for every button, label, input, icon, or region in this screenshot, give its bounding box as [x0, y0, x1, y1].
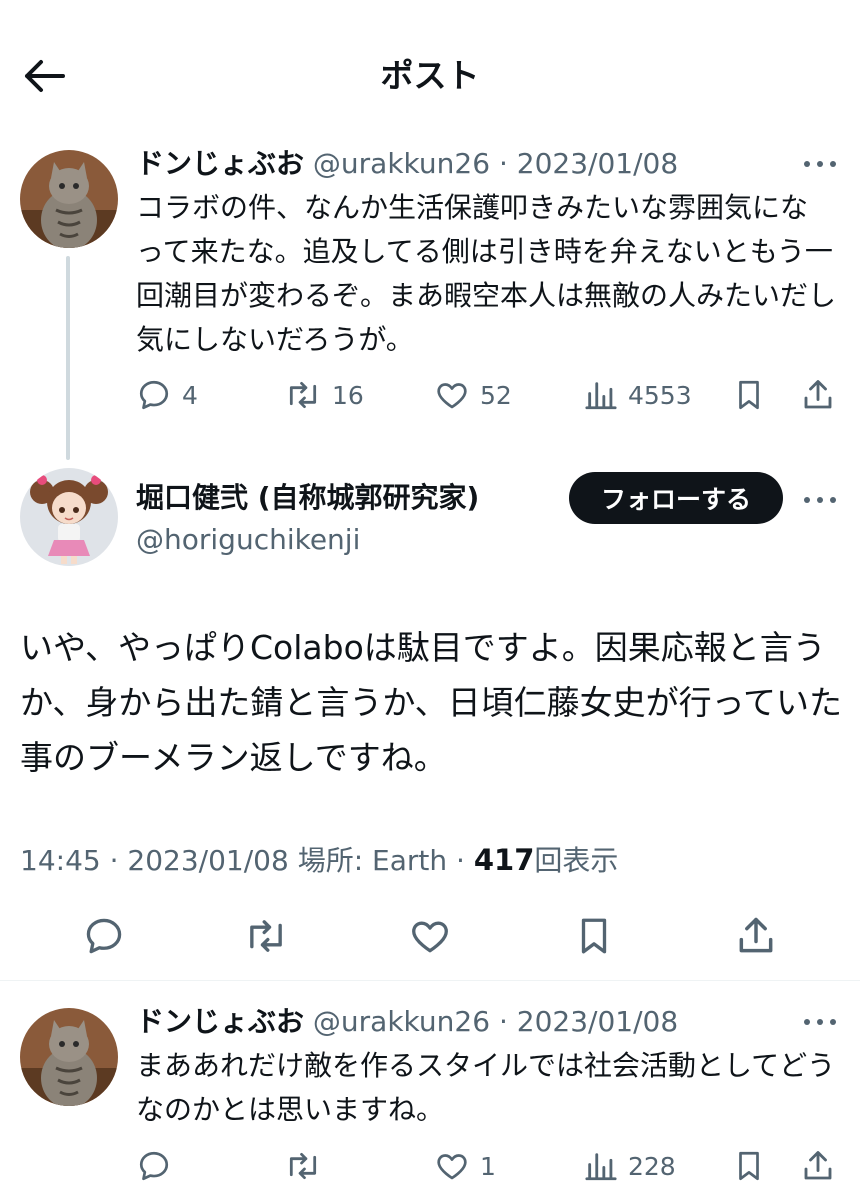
share-icon: [804, 1151, 832, 1180]
like-icon: [412, 921, 448, 953]
reply-button[interactable]: [136, 1146, 172, 1186]
views-label: 回表示: [534, 844, 619, 877]
more-icon: [804, 1019, 836, 1025]
cat-avatar-icon: [20, 150, 118, 248]
share-icon: [804, 380, 832, 409]
like-count: 52: [480, 380, 512, 410]
tweet-text: コラボの件、なんか生活保護叩きみたいな雰囲気になって来たな。追及してる側は引き時…: [136, 191, 837, 356]
repost-count: 16: [332, 380, 364, 410]
reply-icon: [86, 918, 122, 954]
post-time[interactable]: 14:45: [20, 844, 101, 877]
bookmark-button[interactable]: [732, 375, 766, 415]
views-button[interactable]: 4553: [584, 375, 692, 415]
display-name-text: 堀口健弐 (自称城郭研究家): [136, 481, 480, 514]
tweet-header: ドンじょぶお @urakkun26 · 2023/01/08: [136, 1002, 678, 1042]
top-bar: ポスト: [0, 0, 860, 150]
like-button[interactable]: 52: [434, 375, 512, 415]
views-button[interactable]: 228: [584, 1146, 676, 1186]
separator: ·: [498, 147, 508, 180]
views-count: 417: [473, 843, 535, 877]
more-button[interactable]: [800, 1010, 840, 1034]
separator: ·: [498, 1005, 508, 1038]
bookmark-button[interactable]: [570, 912, 618, 960]
views-count: 228: [628, 1151, 676, 1181]
repost-button[interactable]: 16: [284, 375, 364, 415]
like-button[interactable]: [406, 912, 454, 960]
thread-line: [66, 256, 70, 460]
more-icon: [804, 497, 836, 503]
repost-icon: [250, 920, 282, 952]
bookmark-button[interactable]: [732, 1146, 766, 1186]
reply-icon: [139, 380, 169, 410]
share-button[interactable]: [800, 375, 836, 415]
share-button[interactable]: [800, 1146, 836, 1186]
post-date[interactable]: 2023/01/08: [127, 844, 288, 877]
follow-button[interactable]: フォローする: [569, 472, 783, 524]
repost-button[interactable]: [284, 1146, 322, 1186]
reply-icon: [139, 1151, 169, 1181]
post-date[interactable]: 2023/01/08: [517, 147, 678, 180]
more-icon: [804, 161, 836, 167]
views-count: 4553: [628, 380, 692, 410]
more-button[interactable]: [800, 488, 840, 512]
repost-button[interactable]: [242, 912, 290, 960]
separator: ·: [109, 844, 119, 877]
divider: [0, 980, 860, 981]
figurine-avatar-icon: [20, 468, 118, 566]
share-icon: [739, 917, 773, 953]
like-icon: [437, 1154, 467, 1180]
handle[interactable]: @urakkun26: [313, 147, 490, 180]
reply-button[interactable]: 4: [136, 375, 198, 415]
repost-icon: [289, 381, 317, 409]
separator: ·: [456, 844, 465, 877]
display-name[interactable]: 堀口健弐 (自称城郭研究家): [136, 478, 479, 518]
avatar[interactable]: [20, 468, 118, 566]
display-name[interactable]: ドンじょぶお: [136, 147, 304, 180]
avatar[interactable]: [20, 1008, 118, 1106]
more-button[interactable]: [800, 152, 840, 176]
page-title: ポスト: [380, 56, 480, 95]
repost-icon: [289, 1152, 317, 1180]
post-date[interactable]: 2023/01/08: [517, 1005, 678, 1038]
avatar[interactable]: [20, 150, 118, 248]
tweet-text: まああれだけ敵を作るスタイルでは社会活動としてどうなのかとは思いますね。: [136, 1049, 836, 1126]
location: 場所: Earth: [297, 844, 448, 877]
bookmark-icon: [739, 380, 759, 410]
like-icon: [437, 383, 467, 409]
bookmark-icon: [581, 918, 607, 954]
like-button[interactable]: 1: [434, 1146, 496, 1186]
tweet-metadata: 14:45 · 2023/01/08 場所: Earth · 417回表示: [20, 838, 618, 883]
like-count: 1: [480, 1151, 496, 1181]
handle[interactable]: @urakkun26: [313, 1005, 490, 1038]
views-icon: [585, 1153, 617, 1181]
reply-count: 4: [182, 380, 198, 410]
tweet-header: ドンじょぶお @urakkun26 · 2023/01/08: [136, 144, 678, 184]
cat-avatar-icon: [20, 1008, 118, 1106]
handle[interactable]: @horiguchikenji: [136, 520, 360, 560]
bookmark-icon: [739, 1151, 759, 1181]
tweet-text: いや、やっぱりColaboは駄目ですよ。因果応報と言うか、身から出た錆と言うか、…: [20, 628, 843, 777]
reply-button[interactable]: [80, 912, 128, 960]
display-name[interactable]: ドンじょぶお: [136, 1005, 304, 1038]
views-icon: [585, 382, 617, 410]
share-button[interactable]: [732, 912, 780, 960]
